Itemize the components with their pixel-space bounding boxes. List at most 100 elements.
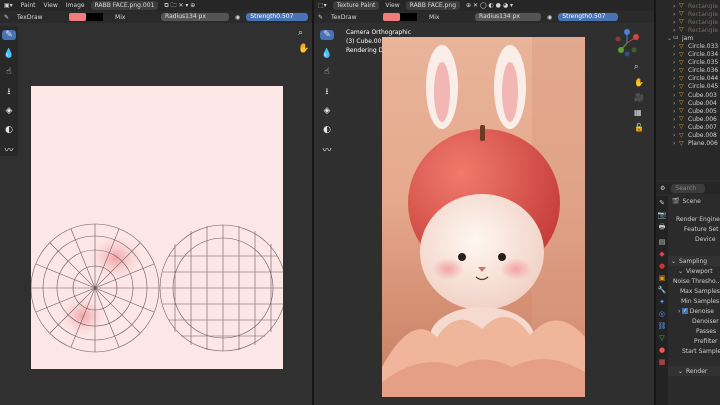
menu-view[interactable]: View <box>40 2 62 9</box>
modifier-tab-icon[interactable]: 🔧 <box>658 286 667 294</box>
properties-editor-icon[interactable]: ⚙ <box>656 185 669 192</box>
soften-tool-icon[interactable]: 💧 <box>2 48 16 59</box>
expand-arrow-icon[interactable]: › <box>673 51 678 58</box>
outliner-item[interactable]: › ▽ Cube.006 <box>667 115 720 123</box>
expand-arrow-icon[interactable]: › <box>673 27 678 34</box>
sampling-panel-header[interactable]: ⌄ Sampling <box>668 256 720 266</box>
strength-field[interactable]: Strength0.507 <box>246 13 309 21</box>
pan-icon[interactable]: ✋ <box>298 44 309 54</box>
brush-color-swatch[interactable] <box>69 13 87 21</box>
outliner-item[interactable]: › ▽ Cube.003 <box>667 91 720 99</box>
expand-arrow-icon[interactable]: › <box>673 132 678 139</box>
vp-zoom-icon[interactable]: ⌕ <box>634 62 644 72</box>
texture-tab-icon[interactable]: ▦ <box>659 358 666 366</box>
viewport-pressure-icon[interactable]: ◉ <box>543 14 556 21</box>
expand-arrow-icon[interactable]: › <box>673 140 678 147</box>
expand-arrow-icon[interactable]: › <box>673 108 678 115</box>
image-name-field[interactable]: RABB FACE.png.001 <box>90 1 159 10</box>
outliner-item[interactable]: › ▽ Cube.007 <box>667 123 720 131</box>
viewport-subpanel[interactable]: ⌄ Viewport <box>668 266 720 276</box>
vp-annotate-tool-icon[interactable]: 〰 <box>320 143 334 156</box>
vp-soften-tool-icon[interactable]: 💧 <box>320 48 334 59</box>
constraint-tab-icon[interactable]: ⛓ <box>658 322 667 330</box>
render-subpanel[interactable]: ⌄ Render <box>668 366 720 376</box>
vp-draw-tool-icon[interactable]: ✎ <box>320 30 334 41</box>
outliner-collection[interactable]: ⌄ ▭ jam <box>667 34 720 42</box>
menu-view[interactable]: View <box>381 2 403 9</box>
view-layer-tab-icon[interactable]: ▤ <box>659 238 666 246</box>
pressure-icon[interactable]: ◉ <box>231 14 244 21</box>
tool-tab-icon[interactable]: ✎ <box>659 199 665 207</box>
scene-tab-icon[interactable]: ◆ <box>659 250 664 258</box>
outliner-item[interactable]: › ▽ Circle.045 <box>667 83 720 91</box>
outliner-item[interactable]: › ▽ Circle.034 <box>667 51 720 59</box>
outliner-item[interactable]: › ▽ Circle.035 <box>667 59 720 67</box>
particles-tab-icon[interactable]: ✦ <box>659 298 665 306</box>
blend-mode-select[interactable]: Mix <box>111 14 159 21</box>
expand-arrow-icon[interactable]: › <box>673 67 678 74</box>
outliner-item[interactable]: › ▽ Cube.008 <box>667 132 720 140</box>
vp-pan-icon[interactable]: ✋ <box>634 78 644 87</box>
expand-arrow-icon[interactable]: › <box>673 116 678 123</box>
radius-field[interactable]: Radius134 px <box>161 13 230 21</box>
outliner-item[interactable]: › ▽ Rectangle <box>667 18 720 26</box>
outliner-item[interactable]: › ▽ Cube.005 <box>667 107 720 115</box>
viewport-editor-icon[interactable]: ⬚▾ <box>314 2 331 9</box>
vp-mask-tool-icon[interactable]: ◐ <box>320 125 334 135</box>
outliner-item[interactable]: › ▽ Rectangle <box>667 26 720 34</box>
zoom-icon[interactable]: ⌕ <box>298 28 303 38</box>
physics-tab-icon[interactable]: ◎ <box>659 310 665 318</box>
smear-tool-icon[interactable]: ☝ <box>2 67 16 77</box>
outliner-item[interactable]: › ▽ Circle.036 <box>667 67 720 75</box>
clone-tool-icon[interactable]: ⭳ <box>2 85 16 98</box>
outliner-item[interactable]: › ▽ Circle.044 <box>667 75 720 83</box>
annotate-tool-icon[interactable]: 〰 <box>2 143 16 156</box>
viewport-shading-icons[interactable]: ⊕ ✕ ◯ ◐ ● ◕ ▾ <box>462 2 517 9</box>
outliner-item[interactable]: › ▽ Circle.033 <box>667 42 720 50</box>
material-tab-icon[interactable]: ● <box>659 346 665 354</box>
expand-arrow-icon[interactable]: ⌄ <box>667 35 672 42</box>
expand-arrow-icon[interactable]: › <box>673 11 678 18</box>
expand-arrow-icon[interactable]: › <box>673 83 678 90</box>
texture-canvas[interactable] <box>30 86 287 369</box>
mask-tool-icon[interactable]: ◐ <box>2 125 16 135</box>
image-header-icons[interactable]: ⧉ 🗀 ✕ ▾ ⊕ <box>160 1 199 11</box>
denoise-checkbox[interactable]: ✓ <box>682 308 688 314</box>
menu-image[interactable]: Image <box>62 2 89 9</box>
secondary-color-swatch[interactable] <box>86 13 104 21</box>
vp-clone-tool-icon[interactable]: ⭳ <box>320 85 334 98</box>
vp-camera-icon[interactable]: 🎥 <box>634 93 644 102</box>
editor-type-icon[interactable]: ▣▾ <box>0 2 17 9</box>
expand-arrow-icon[interactable]: › <box>673 19 678 26</box>
expand-arrow-icon[interactable]: › <box>673 75 678 82</box>
output-tab-icon[interactable]: 🖶 <box>659 223 666 234</box>
expand-arrow-icon[interactable]: › <box>673 3 678 10</box>
viewport-radius-field[interactable]: Radius134 px <box>475 13 542 21</box>
world-tab-icon[interactable]: ● <box>659 262 665 270</box>
brush-icon[interactable]: ✎ <box>0 14 13 21</box>
viewport-secondary-swatch[interactable] <box>400 13 418 21</box>
fill-tool-icon[interactable]: ◈ <box>2 106 16 116</box>
viewport-blend-select[interactable]: Mix <box>425 14 473 21</box>
texture-image-field[interactable]: RABB FACE.png <box>405 1 461 10</box>
viewport-strength-field[interactable]: Strength0.507 <box>558 13 619 21</box>
expand-arrow-icon[interactable]: › <box>673 43 678 50</box>
draw-tool-icon[interactable]: ✎ <box>2 30 16 41</box>
properties-search[interactable]: Search <box>671 183 706 193</box>
expand-arrow-icon[interactable]: › <box>673 92 678 99</box>
mode-select[interactable]: Texture Paint <box>332 1 380 10</box>
vp-fill-tool-icon[interactable]: ◈ <box>320 106 334 116</box>
menu-paint[interactable]: Paint <box>17 2 40 9</box>
outliner-item[interactable]: › ▽ Rectangle <box>667 10 720 18</box>
expand-arrow-icon[interactable]: › <box>673 100 678 107</box>
object-tab-icon[interactable]: ▣ <box>659 274 666 282</box>
data-tab-icon[interactable]: ▽ <box>659 334 664 342</box>
expand-arrow-icon[interactable]: › <box>673 59 678 66</box>
render-tab-icon[interactable]: 📷 <box>658 211 667 219</box>
vp-perspective-icon[interactable]: ▦ <box>634 108 644 117</box>
viewport-brush-name[interactable]: TexDraw <box>327 14 383 21</box>
outliner-item[interactable]: › ▽ Plane.006 <box>667 140 720 148</box>
outliner-item[interactable]: › ▽ Cube.004 <box>667 99 720 107</box>
expand-arrow-icon[interactable]: › <box>673 124 678 131</box>
viewport-brush-icon[interactable]: ✎ <box>314 14 327 21</box>
